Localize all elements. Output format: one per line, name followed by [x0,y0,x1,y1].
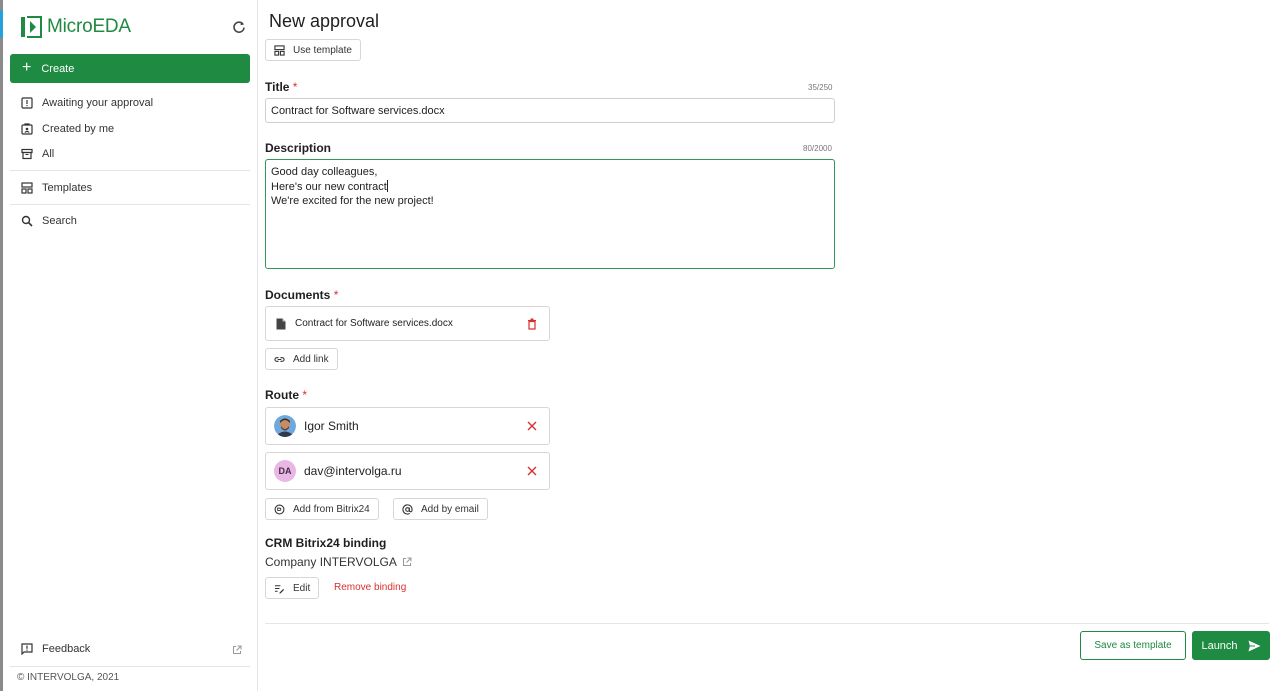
sidebar-item-label: All [42,148,55,160]
sidebar-item-label: Created by me [42,123,115,135]
feedback-icon [21,643,33,655]
required-mark: * [302,388,308,402]
title-label: Title * [265,80,297,94]
description-label: Description [265,141,331,155]
sidebar-item-label: Awaiting your approval [42,97,154,109]
copyright: © INTERVOLGA, 2021 [17,672,120,683]
description-line: Good day colleagues, [271,166,378,178]
divider [265,623,1269,624]
at-sign-icon [402,503,413,515]
sidebar: MicroEDA + Create Awaiting your approval… [3,0,258,691]
documents-label: Documents * [265,288,338,302]
sidebar-item-created-by-me[interactable]: Created by me [21,123,114,135]
text-caret [386,179,388,192]
create-button-label: Create [41,62,75,75]
crm-binding-title: CRM Bitrix24 binding [265,536,387,550]
participant-name: Igor Smith [304,419,359,433]
route-label: Route * [265,388,307,402]
alert-doc-icon [21,97,33,109]
sidebar-item-all[interactable]: All [21,148,54,160]
sidebar-item-templates[interactable]: Templates [21,182,92,194]
remove-binding-link[interactable]: Remove binding [334,582,406,593]
sidebar-item-search[interactable]: Search [21,215,77,227]
feedback-link[interactable]: Feedback [21,643,90,655]
participant-name: dav@intervolga.ru [304,464,402,478]
close-icon[interactable] [527,466,537,476]
route-label-text: Route [265,388,299,402]
documents-label-text: Documents [265,288,331,302]
app-logo[interactable]: MicroEDA [20,16,131,38]
add-link-button[interactable]: Add link [265,348,338,370]
required-mark: * [292,80,298,94]
page-title: New approval [269,11,380,31]
divider [10,170,250,171]
archive-icon [21,148,33,160]
external-link-icon [402,557,412,566]
app-name: MicroEDA [47,16,131,37]
divider [10,666,250,667]
launch-label: Launch [1201,639,1238,652]
required-mark: * [333,288,339,302]
create-button[interactable]: + Create [10,54,250,83]
crm-company-link[interactable]: Company INTERVOLGA [265,555,412,569]
description-line: Here's our new contract [271,179,829,195]
avatar [274,415,296,437]
avatar: DA [274,460,296,482]
description-line-text: Here's our new contract [271,180,387,193]
template-icon [274,44,285,56]
divider [10,204,250,205]
save-as-template-button[interactable]: Save as template [1080,631,1186,660]
edit-icon [274,584,285,594]
external-link-icon[interactable] [232,645,242,655]
approval-form: New approval Use template Title * 35/250… [258,0,1280,691]
launch-button[interactable]: Launch [1192,631,1270,660]
send-icon [1248,640,1261,651]
file-icon [276,318,286,329]
close-icon[interactable] [527,421,537,431]
title-input[interactable] [265,98,835,123]
route-participant[interactable]: Igor Smith [265,407,550,445]
bitrix-icon [274,504,285,514]
title-counter: 35/250 [808,83,833,92]
description-counter: 80/2000 [803,144,832,153]
document-name: Contract for Software services.docx [295,318,453,329]
sidebar-item-awaiting[interactable]: Awaiting your approval [21,97,153,109]
document-item[interactable]: Contract for Software services.docx [265,306,550,341]
crm-company-name: Company INTERVOLGA [265,555,397,569]
edit-binding-button[interactable]: Edit [265,577,320,599]
route-participant[interactable]: DA dav@intervolga.ru [265,452,550,490]
add-link-label: Add link [293,353,329,365]
add-from-bitrix-button[interactable]: Add from Bitrix24 [265,498,379,520]
feedback-label: Feedback [42,643,91,655]
sidebar-item-label: Search [42,215,77,227]
sidebar-item-label: Templates [42,182,93,194]
refresh-icon[interactable] [232,20,246,34]
trash-icon[interactable] [527,318,537,330]
logo-icon [21,16,42,38]
save-as-template-label: Save as template [1094,640,1172,651]
search-icon [21,215,33,227]
title-label-text: Title [265,80,290,94]
doc-user-icon [21,123,33,135]
edit-binding-label: Edit [293,582,311,594]
description-line: We're excited for the new project! [271,195,434,207]
use-template-label: Use template [293,44,352,56]
use-template-button[interactable]: Use template [265,39,361,61]
add-from-bitrix-label: Add from Bitrix24 [293,503,370,515]
description-textarea[interactable]: Good day colleagues, Here's our new cont… [265,159,835,269]
add-by-email-button[interactable]: Add by email [393,498,488,520]
link-icon [274,356,285,362]
description-label-text: Description [265,141,332,155]
add-by-email-label: Add by email [421,503,479,515]
plus-icon: + [22,58,32,76]
template-icon [21,182,33,194]
